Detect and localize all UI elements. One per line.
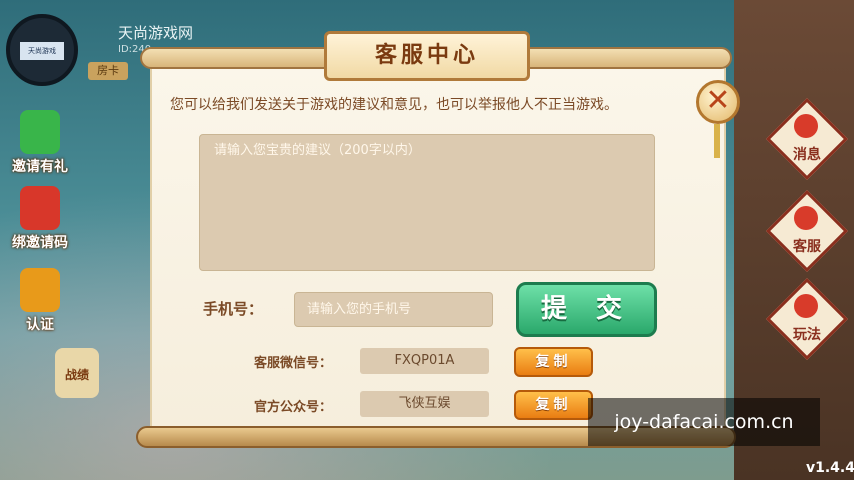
sidebar-item-label: 客服 [793,239,821,255]
watermark: joy-dafacai.com.cn [588,398,820,446]
sidebar-item-label: 认证 [26,317,54,333]
dialog-title-plate: 客服中心 [324,31,530,81]
sidebar-item-label: 玩法 [793,327,821,343]
sidebar-item-label: 消息 [793,147,821,163]
room-card-tag[interactable]: 房卡 [88,62,128,80]
version-label: v1.4.4 [806,460,854,476]
sidebar-item-invite[interactable]: 邀请有礼 [6,110,74,176]
avatar[interactable]: 天尚游戏 [6,14,78,86]
phone-label: 手机号： [203,300,264,318]
sidebar-item-label: 邀请有礼 [12,159,68,175]
site-name: 天尚游戏网 [118,24,194,42]
official-account-label: 官方公众号： [254,400,333,415]
wechat-icon [20,110,60,154]
wechat-label: 客服微信号： [254,356,333,371]
dialog-title: 客服中心 [374,43,479,68]
tassel-decoration [714,124,720,158]
sidebar-item-label: 战绩 [64,368,89,382]
phone-input[interactable]: 请输入您的手机号 [294,292,493,327]
red-envelope-icon [20,186,60,230]
suggestion-input[interactable]: 请输入您宝贵的建议（200字以内） [199,134,655,271]
close-button[interactable]: ✕ [696,80,740,124]
question-icon [794,294,818,318]
copy-wechat-button[interactable]: 复制 [514,347,593,377]
sidebar-item-verify[interactable]: 认证 [6,268,74,334]
logo-text: 天尚游戏 [20,42,64,60]
submit-button[interactable]: 提 交 [516,282,657,337]
sidebar-item-bind-code[interactable]: 绑邀请码 [6,186,74,252]
sidebar-item-label: 绑邀请码 [12,235,68,251]
wechat-value: FXQP01A [360,348,489,374]
copy-official-button[interactable]: 复制 [514,390,593,420]
id-card-icon [20,268,60,312]
notice-text: 您可以给我们发送关于游戏的建议和意见，也可以举报他人不正当游戏。 [170,97,618,113]
sidebar-item-record[interactable]: 战绩 [52,348,102,417]
message-icon [794,114,818,138]
close-icon: ✕ [705,83,731,118]
official-account-value: 飞侠互娱 [360,391,489,417]
customer-service-icon [794,206,818,230]
